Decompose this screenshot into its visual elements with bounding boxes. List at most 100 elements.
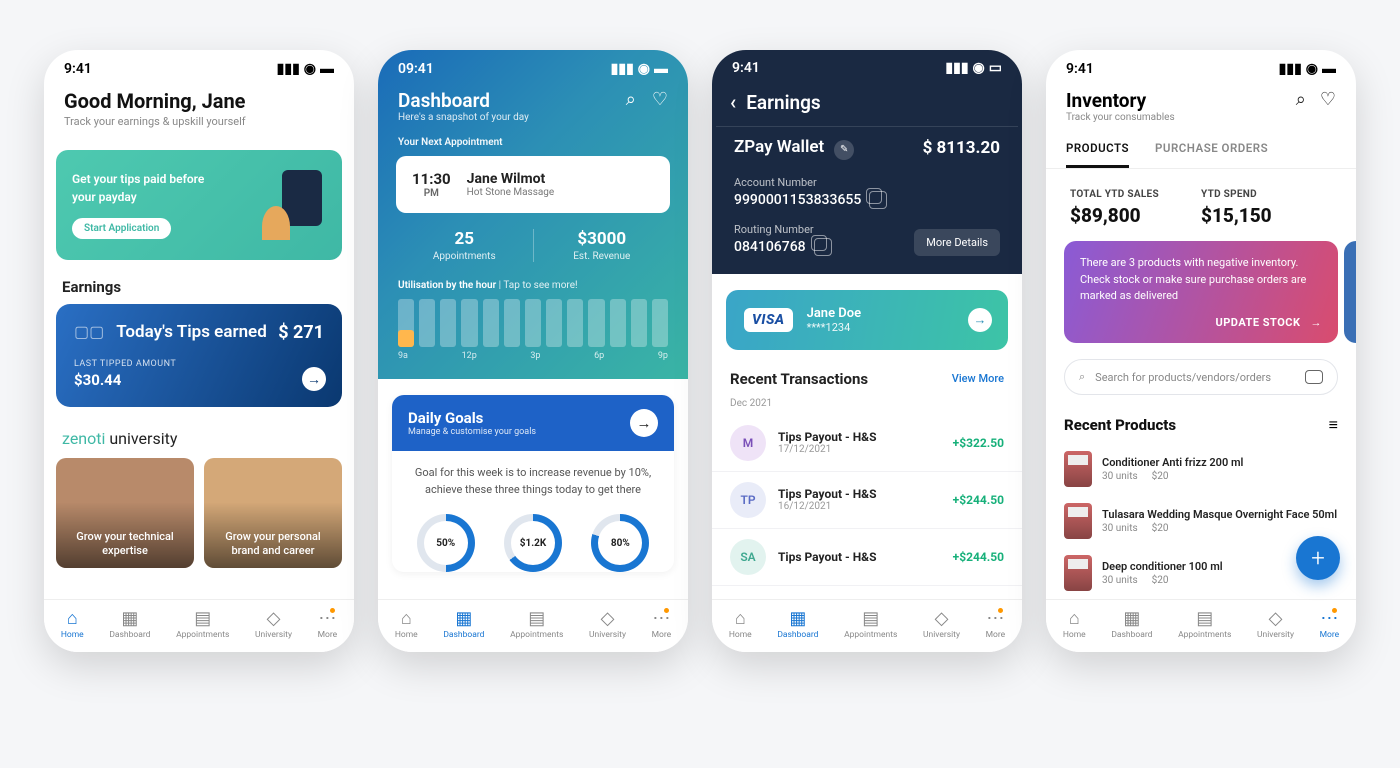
product-units: 30 units <box>1102 523 1138 534</box>
visa-card[interactable]: VISA Jane Doe ****1234 → <box>726 290 1008 350</box>
tips-card[interactable]: ▢▢ Today's Tips earned $ 271 LAST TIPPED… <box>56 304 342 407</box>
product-thumb <box>1064 503 1092 539</box>
status-bar: 9:41 ▮▮▮◉▬ <box>44 50 354 83</box>
card-last4: ****1234 <box>807 321 862 334</box>
signal-icon: ▮▮▮ <box>277 61 300 77</box>
goals-header[interactable]: Daily Goals Manage & customise your goal… <box>392 395 674 451</box>
tx-name: Tips Payout - H&S <box>778 487 876 501</box>
product-row[interactable]: Conditioner Anti frizz 200 ml 30 units$2… <box>1046 443 1356 495</box>
est-revenue: $3000 <box>534 229 671 249</box>
university-card-technical[interactable]: Grow your technical expertise <box>56 458 194 568</box>
product-thumb <box>1064 555 1092 591</box>
start-application-button[interactable]: Start Application <box>72 218 171 239</box>
product-name: Tulasara Wedding Masque Overnight Face 5… <box>1102 508 1338 521</box>
calendar-icon: ▤ <box>862 610 879 628</box>
clock: 9:41 <box>1066 61 1094 77</box>
university-card-brand[interactable]: Grow your personal brand and career <box>204 458 342 568</box>
tx-avatar: SA <box>730 539 766 575</box>
nav-home[interactable]: ⌂Home <box>61 610 84 640</box>
nav-university[interactable]: ◇University <box>923 610 960 640</box>
nav-more[interactable]: ⋯More <box>652 610 672 640</box>
nav-home[interactable]: ⌂Home <box>395 610 418 640</box>
nav-appointments[interactable]: ▤Appointments <box>844 610 897 640</box>
wallet-balance: $ 8113.20 <box>923 138 1000 158</box>
signal-icon: ▮▮▮ <box>611 61 634 77</box>
nav-home[interactable]: ⌂Home <box>1063 610 1086 640</box>
nav-more[interactable]: ⋯More <box>318 610 338 640</box>
scan-icon[interactable] <box>1305 370 1323 384</box>
nav-dashboard[interactable]: ▦Dashboard <box>109 610 150 640</box>
gauge-1: 50% <box>417 514 475 572</box>
clock: 9:41 <box>64 61 92 77</box>
clock: 09:41 <box>398 61 434 77</box>
edit-icon[interactable]: ✎ <box>834 140 854 160</box>
copy-icon[interactable] <box>814 238 832 256</box>
home-icon: ⌂ <box>735 610 746 628</box>
nav-dashboard[interactable]: ▦Dashboard <box>777 610 818 640</box>
nav-appointments[interactable]: ▤Appointments <box>176 610 229 640</box>
tips-banner[interactable]: Get your tips paid before your payday St… <box>56 150 342 260</box>
wifi-icon: ◉ <box>304 61 316 77</box>
battery-icon: ▭ <box>989 60 1002 76</box>
home-screen: 9:41 ▮▮▮◉▬ Good Morning, Jane Track your… <box>44 50 354 652</box>
bottom-nav: ⌂Home ▦Dashboard ▤Appointments ◇Universi… <box>1046 599 1356 652</box>
dashboard-subtitle: Here's a snapshot of your day <box>398 112 529 123</box>
nav-dashboard[interactable]: ▦Dashboard <box>1111 610 1152 640</box>
update-stock-button[interactable]: UPDATE STOCK→ <box>1080 315 1322 332</box>
search-icon[interactable]: ⌕ <box>1296 89 1306 110</box>
inventory-alert[interactable]: There are 3 products with negative inven… <box>1064 241 1338 343</box>
bell-icon[interactable]: ♡ <box>652 89 668 110</box>
transaction-row[interactable]: SA Tips Payout - H&S +$244.50 <box>712 529 1022 586</box>
more-details-button[interactable]: More Details <box>914 229 1000 256</box>
clock: 9:41 <box>732 60 760 76</box>
utilisation-chart[interactable] <box>378 299 688 347</box>
grid-icon: ▦ <box>1123 610 1140 628</box>
wifi-icon: ◉ <box>973 60 985 76</box>
arrow-icon[interactable]: → <box>630 409 658 437</box>
daily-goals-card: Daily Goals Manage & customise your goal… <box>392 395 674 572</box>
goals-body: Goal for this week is to increase revenu… <box>392 451 674 508</box>
ytd-spend-value: $15,150 <box>1201 204 1332 227</box>
tx-amount: +$322.50 <box>953 436 1004 450</box>
search-input[interactable]: ⌕ Search for products/vendors/orders <box>1064 359 1338 395</box>
nav-more[interactable]: ⋯More <box>1320 610 1340 640</box>
dashboard-screen: 09:41 ▮▮▮◉▬ Dashboard Here's a snapshot … <box>378 50 688 652</box>
tx-amount: +$244.50 <box>953 493 1004 507</box>
nav-university[interactable]: ◇University <box>255 610 292 640</box>
cap-icon: ◇ <box>267 610 281 628</box>
bell-icon[interactable]: ♡ <box>1320 89 1336 110</box>
cardholder-name: Jane Doe <box>807 306 862 321</box>
arrow-icon[interactable]: → <box>968 308 992 332</box>
dashboard-title: Dashboard <box>398 89 529 112</box>
view-more-link[interactable]: View More <box>952 372 1004 385</box>
earnings-title: Earnings <box>746 91 821 114</box>
appointments-count: 25 <box>396 229 533 249</box>
search-icon[interactable]: ⌕ <box>626 89 636 110</box>
nav-more[interactable]: ⋯More <box>986 610 1006 640</box>
alert-text: There are 3 products with negative inven… <box>1080 255 1322 305</box>
arrow-icon: → <box>1311 315 1323 332</box>
grid-icon: ▦ <box>121 610 138 628</box>
appointment-card[interactable]: 11:30 PM Jane Wilmot Hot Stone Massage <box>396 156 670 213</box>
bottom-nav: ⌂Home ▦Dashboard ▤Appointments ◇Universi… <box>378 599 688 652</box>
nav-university[interactable]: ◇University <box>1257 610 1294 640</box>
nav-appointments[interactable]: ▤Appointments <box>1178 610 1231 640</box>
tab-products[interactable]: PRODUCTS <box>1066 141 1129 168</box>
nav-appointments[interactable]: ▤Appointments <box>510 610 563 640</box>
transaction-row[interactable]: M Tips Payout - H&S17/12/2021 +$322.50 <box>712 415 1022 472</box>
wallet-icon: ▢▢ <box>74 322 104 341</box>
add-product-fab[interactable]: + <box>1296 536 1340 580</box>
last-tip-label: LAST TIPPED AMOUNT <box>74 359 324 369</box>
cap-icon: ◇ <box>601 610 615 628</box>
status-bar: 9:41 ▮▮▮◉▭ <box>712 50 1022 82</box>
tab-purchase-orders[interactable]: PURCHASE ORDERS <box>1155 141 1268 168</box>
utilisation-label: Utilisation by the hour | Tap to see mor… <box>378 262 688 299</box>
nav-dashboard[interactable]: ▦Dashboard <box>443 610 484 640</box>
nav-university[interactable]: ◇University <box>589 610 626 640</box>
back-icon[interactable]: ‹ <box>730 90 736 114</box>
copy-icon[interactable] <box>869 191 887 209</box>
transaction-row[interactable]: TP Tips Payout - H&S16/12/2021 +$244.50 <box>712 472 1022 529</box>
ytd-spend-label: YTD SPEND <box>1201 189 1332 200</box>
nav-home[interactable]: ⌂Home <box>729 610 752 640</box>
filter-icon[interactable]: ≡ <box>1329 415 1338 435</box>
